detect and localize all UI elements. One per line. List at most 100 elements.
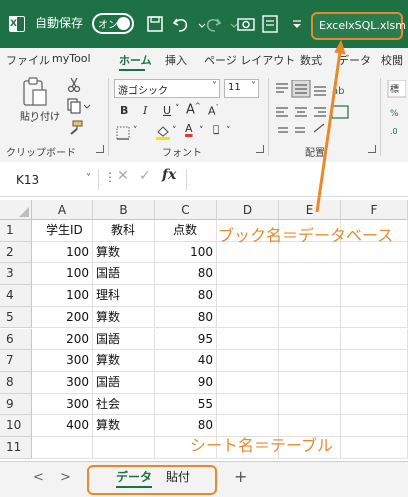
cell[interactable]: 社会 (93, 393, 155, 416)
camera-icon[interactable] (236, 13, 256, 35)
cell[interactable] (341, 285, 408, 307)
row-header[interactable]: 11 (0, 437, 32, 459)
cell[interactable] (279, 306, 341, 329)
cell[interactable] (279, 328, 341, 351)
cell[interactable] (217, 263, 279, 286)
row-header[interactable]: 9 (0, 393, 32, 416)
tab-insert[interactable]: 挿入 (165, 52, 187, 68)
row-header[interactable]: 3 (0, 263, 32, 286)
cell[interactable] (341, 350, 408, 372)
autosave-toggle[interactable]: オン (92, 13, 134, 34)
cell[interactable] (279, 393, 341, 416)
row-header[interactable]: 6 (0, 328, 32, 351)
cell[interactable]: 100 (32, 241, 93, 264)
borders-dropdown-icon[interactable]: ˅ (133, 126, 138, 136)
row-header[interactable]: 2 (0, 241, 32, 264)
font-color-icon[interactable]: A (185, 122, 193, 135)
underline-button[interactable]: U (163, 104, 171, 117)
italic-button[interactable]: I (143, 104, 147, 117)
column-header[interactable]: E (279, 200, 341, 220)
cell[interactable]: 400 (32, 415, 93, 437)
cell[interactable] (279, 285, 341, 307)
sheet-tab-paste[interactable]: 貼付 (166, 468, 190, 485)
cell[interactable]: 国語 (93, 263, 155, 286)
cell[interactable] (279, 371, 341, 394)
cell[interactable]: 80 (155, 263, 217, 286)
cell[interactable] (217, 285, 279, 307)
cell[interactable] (93, 437, 155, 459)
cell[interactable]: 100 (32, 263, 93, 286)
increase-font-icon[interactable]: A^ (186, 102, 201, 117)
undo-icon[interactable] (171, 13, 191, 35)
cell[interactable]: 算数 (93, 350, 155, 372)
cell[interactable] (341, 393, 408, 416)
column-header[interactable]: F (341, 200, 408, 220)
clipboard-launcher-icon[interactable] (96, 145, 104, 153)
phonetic-dropdown-icon[interactable]: ˅ (226, 126, 231, 136)
cell[interactable]: 300 (32, 350, 93, 372)
bold-button[interactable]: B (120, 104, 128, 117)
row-header[interactable]: 5 (0, 306, 32, 329)
cell[interactable]: 300 (32, 371, 93, 394)
tab-mytool[interactable]: myTool (52, 52, 91, 65)
cell[interactable]: 学生ID (32, 220, 93, 242)
cell[interactable]: 40 (155, 350, 217, 372)
tab-formulas[interactable]: 数式 (300, 52, 322, 68)
cell[interactable]: 300 (32, 393, 93, 416)
cell[interactable]: 教科 (93, 220, 155, 242)
paste-label[interactable]: 貼り付け (20, 108, 60, 123)
add-sheet-button[interactable]: + (234, 467, 247, 486)
cell[interactable]: 国語 (93, 371, 155, 394)
font-launcher-icon[interactable] (256, 145, 264, 153)
font-name-select[interactable]: 游ゴシック ˅ (114, 79, 220, 98)
tab-home[interactable]: ホーム (119, 52, 152, 68)
alignment-launcher-icon[interactable] (368, 145, 376, 153)
row-header[interactable]: 8 (0, 371, 32, 394)
row-header[interactable]: 1 (0, 220, 32, 242)
cell[interactable]: 200 (32, 306, 93, 329)
fill-color-icon[interactable] (155, 124, 171, 140)
redo-icon[interactable] (203, 13, 223, 35)
fill-dropdown-icon[interactable]: ˅ (172, 126, 177, 136)
phonetic-icon[interactable]: ｱ̲ (213, 124, 219, 135)
font-color-dropdown-icon[interactable]: ˅ (199, 126, 204, 136)
cell[interactable] (341, 263, 408, 286)
cell[interactable]: 55 (155, 393, 217, 416)
sheet-tab-data[interactable]: データ (116, 468, 153, 488)
select-all-corner[interactable] (0, 200, 32, 220)
column-header[interactable]: A (32, 200, 93, 220)
font-size-select[interactable]: 11 ˅ (224, 79, 259, 98)
cell[interactable] (217, 350, 279, 372)
column-header[interactable]: B (93, 200, 155, 220)
save-icon[interactable] (145, 13, 165, 35)
tab-file[interactable]: ファイル (6, 52, 50, 68)
cell[interactable]: 算数 (93, 306, 155, 329)
underline-dropdown-icon[interactable]: ˅ (175, 104, 180, 114)
cell[interactable] (341, 371, 408, 394)
cell[interactable]: 90 (155, 371, 217, 394)
row-header[interactable]: 10 (0, 415, 32, 437)
cell[interactable]: 理科 (93, 285, 155, 307)
cell[interactable] (341, 437, 408, 459)
cell[interactable]: 200 (32, 328, 93, 351)
cell[interactable] (341, 328, 408, 351)
cell[interactable] (341, 415, 408, 437)
next-sheet-icon[interactable]: > (60, 470, 71, 485)
decrease-font-icon[interactable]: Aˇ (208, 104, 219, 118)
insert-function-button[interactable]: fx (162, 167, 176, 183)
tab-page-layout[interactable]: ページ レイアウト (204, 52, 295, 68)
cell[interactable]: 国語 (93, 328, 155, 351)
cell[interactable]: 80 (155, 306, 217, 329)
number-format-icon[interactable]: 標 % .0 (386, 80, 406, 144)
cell[interactable]: 算数 (93, 241, 155, 264)
cell[interactable] (279, 263, 341, 286)
prev-sheet-icon[interactable]: < (33, 470, 44, 485)
cell[interactable] (217, 306, 279, 329)
formula-input[interactable] (186, 169, 408, 190)
row-header[interactable]: 4 (0, 285, 32, 307)
borders-icon[interactable] (116, 126, 130, 140)
tab-review[interactable]: 校閲 (381, 52, 403, 68)
customize-qat-icon[interactable] (287, 13, 307, 35)
cell[interactable] (279, 350, 341, 372)
cell[interactable]: 95 (155, 328, 217, 351)
